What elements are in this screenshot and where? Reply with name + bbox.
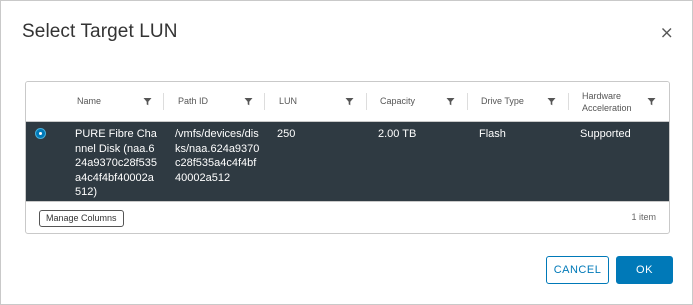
cell-path-id: /vmfs/devices/disks/naa.624a9370c28f535a… <box>175 128 260 184</box>
column-header-name[interactable]: Name <box>77 82 154 121</box>
column-header-drive-type[interactable]: Drive Type <box>481 82 558 121</box>
filter-icon[interactable] <box>143 97 152 106</box>
filter-icon[interactable] <box>547 97 556 106</box>
column-separator[interactable] <box>568 93 569 110</box>
column-label-drive-type: Drive Type <box>481 96 524 106</box>
column-label-hardware-acceleration: Hardware Acceleration <box>582 91 632 113</box>
column-separator[interactable] <box>467 93 468 110</box>
datagrid-header: Name Path ID LUN Capacity Drive Type Har… <box>26 82 669 122</box>
ok-button[interactable]: OK <box>616 256 673 284</box>
radio-selected-icon[interactable] <box>35 128 46 139</box>
column-separator[interactable] <box>366 93 367 110</box>
filter-icon[interactable] <box>244 97 253 106</box>
table-row[interactable]: PURE Fibre Channel Disk (naa.624a9370c28… <box>26 122 669 201</box>
column-label-path-id: Path ID <box>178 96 209 106</box>
filter-icon[interactable] <box>647 97 656 106</box>
filter-icon[interactable] <box>345 97 354 106</box>
cell-drive-type: Flash <box>479 128 506 140</box>
cell-hardware-acceleration: Supported <box>580 128 631 140</box>
column-header-capacity[interactable]: Capacity <box>380 82 457 121</box>
lun-datagrid: Name Path ID LUN Capacity Drive Type Har… <box>25 81 670 234</box>
cell-name: PURE Fibre Channel Disk (naa.624a9370c28… <box>75 128 157 198</box>
column-label-name: Name <box>77 96 102 106</box>
column-label-lun: LUN <box>279 96 298 106</box>
column-label-capacity: Capacity <box>380 96 416 106</box>
cell-lun: 250 <box>277 128 296 140</box>
manage-columns-button[interactable]: Manage Columns <box>39 210 124 227</box>
datagrid-footer: Manage Columns 1 item <box>26 201 669 233</box>
cancel-button[interactable]: CANCEL <box>546 256 609 284</box>
column-separator[interactable] <box>264 93 265 110</box>
filter-icon[interactable] <box>446 97 455 106</box>
close-icon[interactable] <box>659 25 675 41</box>
item-count: 1 item <box>631 212 656 222</box>
select-target-lun-dialog: Select Target LUN Name Path ID LUN Capac… <box>0 0 693 305</box>
cell-capacity: 2.00 TB <box>378 128 417 140</box>
dialog-title: Select Target LUN <box>22 21 178 42</box>
column-header-lun[interactable]: LUN <box>279 82 356 121</box>
column-header-hardware-acceleration[interactable]: Hardware Acceleration <box>582 82 664 121</box>
column-separator[interactable] <box>163 93 164 110</box>
column-header-path-id[interactable]: Path ID <box>178 82 255 121</box>
